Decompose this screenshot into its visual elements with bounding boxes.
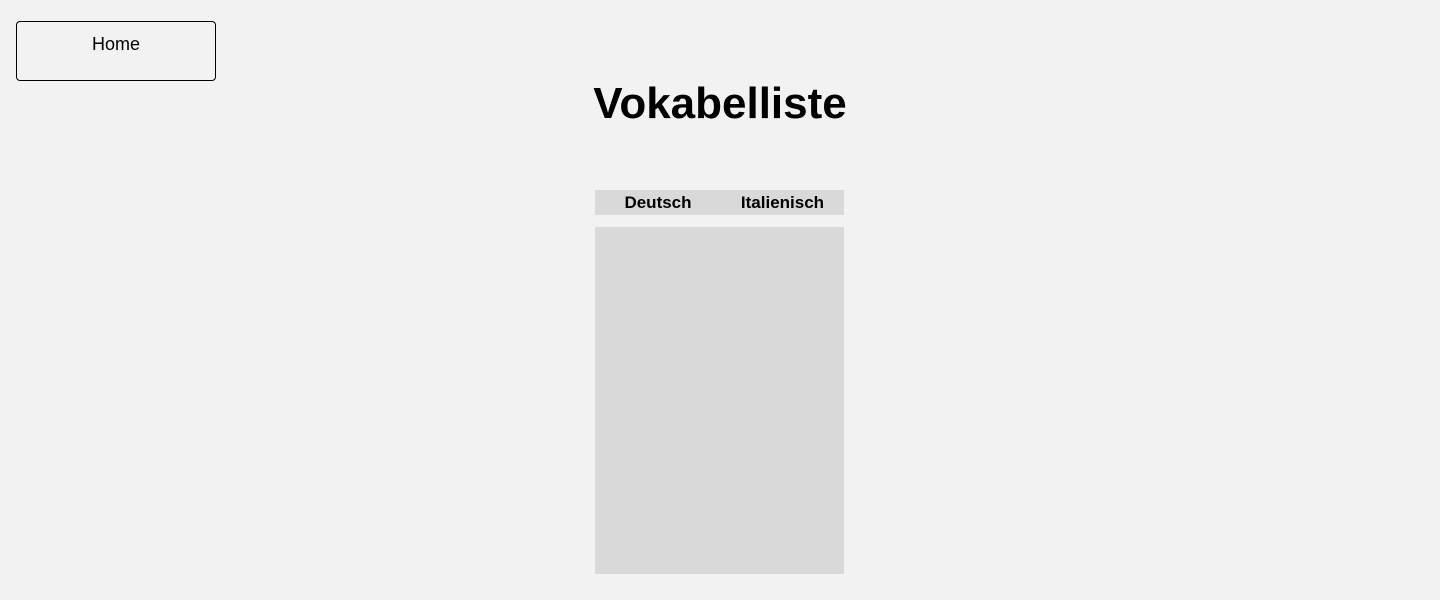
- column-header-italienisch: Italienisch: [740, 193, 825, 212]
- home-button-label: Home: [91, 34, 140, 54]
- table-body: [595, 227, 844, 574]
- home-button[interactable]: Home: [16, 21, 216, 81]
- page-title: Vokabelliste: [593, 79, 847, 128]
- table-header: Deutsch Italienisch: [595, 190, 844, 215]
- column-header-deutsch: Deutsch: [624, 193, 692, 212]
- vocab-table: Deutsch Italienisch: [595, 190, 844, 574]
- page: Home Vokabelliste Deutsch Italienisch: [0, 0, 1440, 600]
